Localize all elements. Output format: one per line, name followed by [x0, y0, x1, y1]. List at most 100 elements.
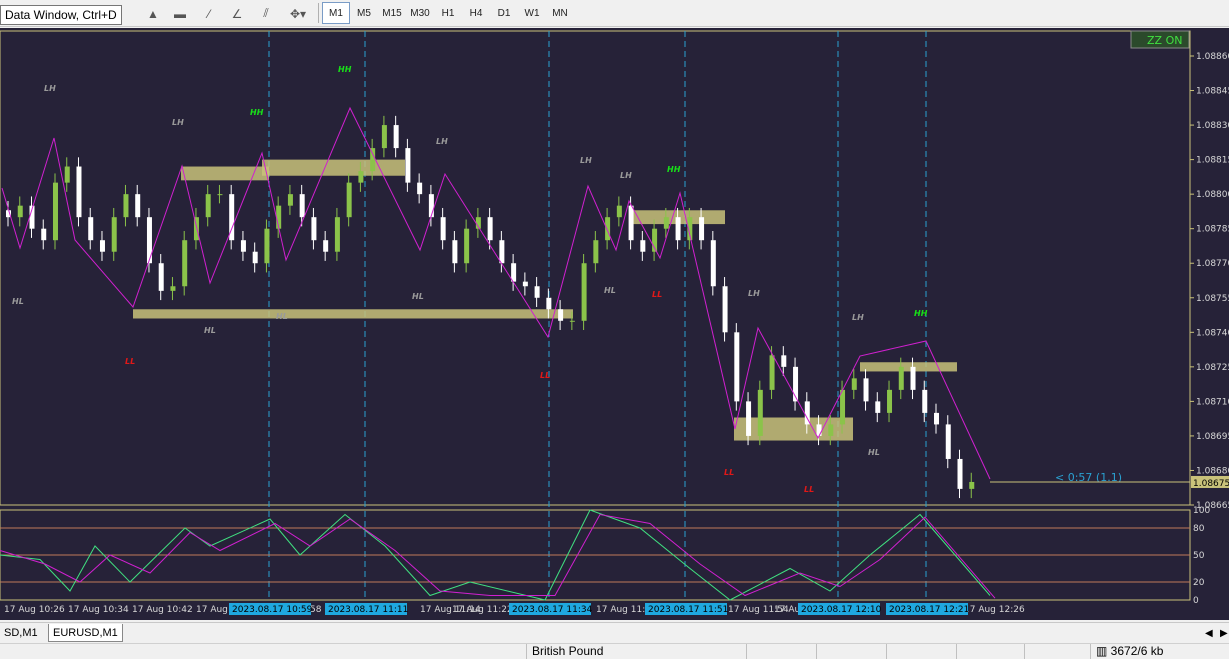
bull-candle — [182, 240, 188, 287]
timeframe-h1-button[interactable]: H1 — [434, 2, 462, 24]
timeframe-m15-button[interactable]: M15 — [378, 2, 406, 24]
swing-label-ll: LL — [724, 468, 734, 477]
timeframe-h4-button[interactable]: H4 — [462, 2, 490, 24]
time-axis-label: 17 Au — [774, 605, 800, 615]
timeframe-mn-button[interactable]: MN — [546, 2, 574, 24]
rectangle-tool-icon[interactable]: ▬ — [170, 5, 190, 22]
bear-candle — [934, 412, 940, 425]
bear-candle — [875, 401, 881, 413]
price-tick-label: 1.08725 — [1196, 363, 1229, 373]
price-tick-label: 1.08785 — [1196, 225, 1229, 235]
bear-candle — [99, 240, 105, 252]
timeframe-m30-button[interactable]: M30 — [406, 2, 434, 24]
channel-tool-icon[interactable]: ⫽ — [256, 5, 276, 22]
timeframe-group: M1 M5 M15 M30 H1 H4 D1 W1 MN — [322, 2, 574, 25]
price-tick-label: 1.08800 — [1196, 190, 1229, 200]
swing-label-lh: LH — [852, 313, 864, 322]
timeframe-w1-button[interactable]: W1 — [518, 2, 546, 24]
time-marker-label: 2023.08.17 12:10 — [801, 605, 882, 615]
fibonacci-fan-icon[interactable]: ⁄ — [199, 5, 219, 22]
oscillator-tick-label: 0 — [1193, 596, 1199, 606]
status-cell — [956, 644, 1024, 659]
chart-area[interactable]: 1.08860 1.08845 1.08830 1.08815 1.08800 1.087… — [0, 28, 1229, 620]
price-chart[interactable]: 1.08860 1.08845 1.08830 1.08815 1.08800 1.087… — [0, 28, 1229, 620]
bull-candle — [52, 182, 58, 241]
timeframe-m1-button[interactable]: M1 — [322, 2, 350, 24]
price-tick-label: 1.08680 — [1196, 466, 1229, 476]
status-symbol: British Pound — [526, 644, 746, 659]
bear-candle — [428, 194, 434, 218]
bear-candle — [393, 125, 399, 149]
swing-label-hl: HL — [868, 448, 880, 457]
bear-candle — [957, 458, 963, 489]
bear-candle — [910, 366, 916, 390]
status-cell — [1024, 644, 1090, 659]
bull-candle — [769, 355, 775, 390]
bull-candle — [663, 217, 669, 229]
status-cell — [816, 644, 886, 659]
angle-tool-icon[interactable]: ∠ — [227, 5, 247, 22]
bear-candle — [417, 182, 423, 195]
bear-candle — [675, 217, 681, 241]
price-tick-label: 1.08815 — [1196, 156, 1229, 166]
bear-candle — [863, 378, 869, 402]
zz-badge-label[interactable]: ZZ ON — [1147, 34, 1182, 47]
shapes-menu-icon[interactable]: ✥▾ — [284, 5, 312, 22]
bull-candle — [217, 194, 223, 196]
price-tick-label: 1.08695 — [1196, 432, 1229, 442]
bear-candle — [699, 217, 705, 241]
swing-label-hh: HH — [667, 165, 681, 174]
swing-label-lh: LH — [748, 289, 760, 298]
tab-gbpusd[interactable]: SD,M1 — [0, 624, 42, 642]
bull-candle — [17, 205, 23, 218]
bear-candle — [558, 309, 564, 321]
bear-candle — [710, 240, 716, 287]
status-cell — [886, 644, 956, 659]
status-cell — [746, 644, 816, 659]
time-axis-label: 17 Aug 12:26 — [964, 605, 1025, 615]
swing-label-hl: HL — [12, 297, 24, 306]
bear-candle — [452, 240, 458, 264]
oscillator-tick-label: 100 — [1193, 506, 1210, 516]
bull-candle — [851, 378, 857, 390]
swing-label-hh: HH — [250, 108, 264, 117]
swing-label-hh: HH — [338, 65, 352, 74]
swing-label-lh: LH — [172, 118, 184, 127]
time-marker-label: 2023.08.17 11:11 — [328, 605, 408, 615]
supply-demand-zone — [860, 362, 957, 372]
swing-label-hh: HH — [914, 309, 928, 318]
tab-eurusd[interactable]: EURUSD,M1 — [48, 624, 123, 642]
supply-demand-zone — [133, 309, 573, 319]
oscillator-tick-label: 80 — [1193, 524, 1205, 534]
bear-candle — [816, 424, 822, 436]
time-axis-label: 17 Aug 10:34 — [68, 605, 129, 615]
bear-candle — [746, 401, 752, 436]
bull-candle — [840, 389, 846, 425]
bear-candle — [405, 148, 411, 183]
bull-candle — [757, 389, 763, 436]
time-marker-label: 2023.08.17 12:21 — [889, 605, 969, 615]
bull-candle — [969, 481, 975, 489]
timeframe-d1-button[interactable]: D1 — [490, 2, 518, 24]
time-axis-label: 17 Aug 10:42 — [132, 605, 193, 615]
toolbar: Data Window, Ctrl+D ▲ ▬ ⁄ ∠ ⫽ ✥▾ M1 M5 M15… — [0, 0, 1229, 27]
status-bar: British Pound ▥ 3672/6 kb — [0, 643, 1229, 659]
time-marker-label: 2023.08.17 10:59 — [232, 605, 313, 615]
triangle-tool-icon[interactable]: ▲ — [143, 5, 163, 22]
bear-candle — [734, 332, 740, 402]
bull-candle — [898, 366, 904, 390]
time-axis-label: 17 Aug 10:26 — [4, 605, 65, 615]
oscillator-signal-line — [0, 513, 996, 599]
bear-candle — [146, 217, 152, 264]
price-tick-label: 1.08770 — [1196, 259, 1229, 269]
chart-tabs: SD,M1 EURUSD,M1 ◀ ▶ — [0, 622, 1229, 642]
bear-candle — [640, 240, 646, 252]
tab-scroll-right-icon[interactable]: ▶ — [1216, 624, 1229, 642]
bull-candle — [64, 166, 70, 183]
tab-scroll-left-icon[interactable]: ◀ — [1201, 624, 1217, 642]
bull-candle — [616, 205, 622, 218]
timeframe-m5-button[interactable]: M5 — [350, 2, 378, 24]
swing-label-hl: HL — [412, 292, 424, 301]
swing-label-ll: LL — [125, 357, 135, 366]
bull-candle — [287, 194, 293, 206]
